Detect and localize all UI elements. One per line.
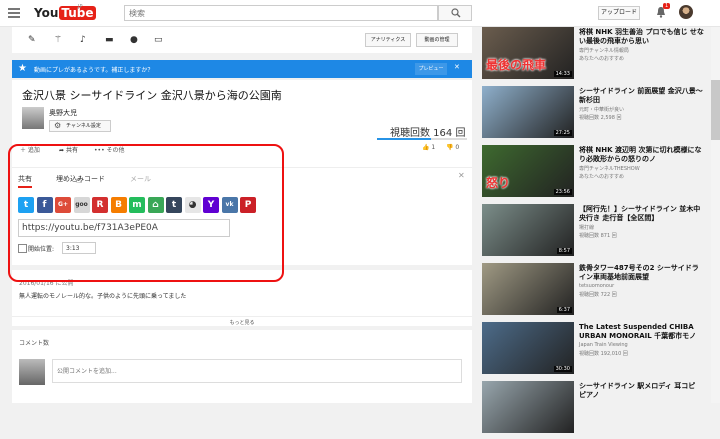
close-icon[interactable]: ✕ — [458, 171, 465, 180]
commenter-avatar — [19, 359, 45, 385]
star-icon: ★ — [18, 63, 27, 74]
video-thumbnail[interactable] — [482, 381, 574, 433]
youtube-logo[interactable]: You Tube — [34, 6, 96, 20]
related-video-item[interactable]: 27:25 シーサイドライン 前面展望 金沢八景〜新杉田元町・中華街が良い 視聴回数… — [482, 86, 708, 144]
related-video-item[interactable]: 6:37 鉄骨タワー487号その2 シーサイドライン車両基地前面展望 tetsuom… — [482, 263, 708, 321]
related-video-channel: 専門チャンネル情報局 — [579, 48, 629, 54]
music-note-icon[interactable]: ♪ — [80, 36, 89, 45]
related-video-channel: 専門チャンネルTHESHOW — [579, 166, 640, 172]
related-video-views: あなたへのおすすめ — [579, 174, 625, 180]
thumbs-down-icon: 👎 — [446, 144, 456, 151]
dislike-count: 0 — [455, 144, 460, 151]
video-duration: 14:33 — [553, 71, 572, 77]
user-avatar[interactable] — [679, 5, 693, 19]
highlight-annotation — [8, 144, 284, 282]
hand-cursor-icon: ☝ — [76, 175, 83, 186]
thumbnail-caption: 怒り — [486, 176, 511, 190]
video-duration: 30:30 — [553, 366, 572, 372]
related-video-channel: tetsuomonour — [579, 283, 615, 289]
search-icon — [451, 8, 461, 18]
annotation-icon[interactable]: ▬ — [105, 36, 114, 45]
thumbnail-caption: 最後の飛車 — [486, 58, 547, 72]
like-button[interactable]: 👍 1 — [422, 144, 435, 151]
like-ratio-bar — [377, 138, 467, 140]
cards-icon[interactable]: ● — [130, 36, 139, 45]
magic-wand-icon[interactable]: ⚚ — [54, 36, 63, 45]
scrollbar-thumb[interactable] — [711, 80, 720, 140]
video-duration: 6:37 — [556, 307, 572, 313]
hamburger-menu-icon[interactable] — [8, 6, 20, 18]
related-video-channel: 場打線 — [579, 225, 595, 231]
upload-button[interactable]: アップロード — [598, 6, 640, 20]
video-duration: 23:56 — [553, 189, 572, 195]
related-video-title[interactable]: シーサイドライン 駅メロディ 耳コピ ピアノ — [579, 382, 704, 400]
stabilize-notice: ★ 動画にプレがあるようです。補正しますか？ プレビュー ✕ — [12, 60, 472, 78]
notification-badge: 1 — [663, 3, 671, 9]
comments-section: コメント数 — [12, 330, 472, 403]
logo-region: JP — [78, 4, 83, 10]
thumbs-up-icon: 👍 — [422, 144, 432, 151]
like-count: 1 — [431, 144, 436, 151]
video-thumbnail[interactable]: 27:25 — [482, 86, 574, 138]
video-thumbnail[interactable]: 怒り 23:56 — [482, 145, 574, 197]
related-video-item[interactable]: シーサイドライン 駅メロディ 耳コピ ピアノ — [482, 381, 708, 439]
related-video-views: 視聴回数 722 回 — [579, 292, 617, 298]
top-header: YouTube JP アップロード 1 — [0, 0, 720, 27]
close-icon[interactable]: ✕ — [454, 63, 460, 71]
subtitles-icon[interactable]: ▭ — [154, 36, 163, 45]
related-video-title[interactable]: 鉄骨タワー487号その2 シーサイドライン車両基地前面展望 — [579, 264, 704, 282]
video-thumbnail[interactable]: 8:57 — [482, 204, 574, 256]
comment-input[interactable] — [52, 359, 462, 383]
related-video-views: あなたへのおすすめ — [579, 56, 625, 62]
gear-icon: ⚙ — [54, 121, 62, 130]
related-video-title[interactable]: 将棋 NHK 羽生善治 プロでも信じ せない最後の飛車から思い — [579, 28, 704, 46]
related-video-views: 視聴回数 2,598 回 — [579, 115, 622, 121]
logo-you-text: You — [34, 6, 59, 20]
view-count: 視聴回数 164 回 — [390, 128, 466, 139]
video-manager-button[interactable]: 動画の管理 — [416, 33, 458, 47]
comment-count: コメント数 — [19, 340, 50, 347]
search-input[interactable] — [124, 5, 438, 21]
related-video-views: 視聴回数 192,010 回 — [579, 351, 628, 357]
video-thumbnail[interactable]: 6:37 — [482, 263, 574, 315]
notice-text: 動画にプレがあるようです。補正しますか？ — [34, 67, 154, 74]
related-video-title[interactable]: The Latest Suspended CHIBA URBAN MONORAI… — [579, 323, 704, 341]
related-video-title[interactable]: 【阿行先！】シーサイドライン 並木中央行き 走行音【全区間】 — [579, 205, 704, 223]
related-video-channel: Japan Train Viewing — [579, 342, 628, 348]
video-duration: 8:57 — [556, 248, 572, 254]
video-duration: 27:25 — [553, 130, 572, 136]
show-more-button[interactable]: もっと見る — [12, 316, 472, 326]
related-video-item[interactable]: 8:57 【阿行先！】シーサイドライン 並木中央行き 走行音【全区間】場打線視聴回… — [482, 204, 708, 262]
search-button[interactable] — [438, 5, 472, 21]
channel-name[interactable]: 奥野大児 — [49, 108, 77, 118]
related-video-title[interactable]: 将棋 NHK 渡辺明 次第に切れ模様になり必敗形からの怒りのノ — [579, 146, 704, 164]
related-video-item[interactable]: 最後の飛車 14:33 将棋 NHK 羽生善治 プロでも信じ せない最後の飛車から思… — [482, 27, 708, 85]
channel-avatar[interactable] — [22, 107, 44, 129]
video-thumbnail[interactable]: 30:30 — [482, 322, 574, 374]
related-video-item[interactable]: 30:30 The Latest Suspended CHIBA URBAN MO… — [482, 322, 708, 380]
analytics-button[interactable]: アナリティクス — [365, 33, 411, 47]
related-video-channel: 元町・中華街が良い — [579, 107, 625, 113]
dislike-button[interactable]: 👎 0 — [446, 144, 459, 151]
related-video-item[interactable]: 怒り 23:56 将棋 NHK 渡辺明 次第に切れ模様になり必敗形からの怒りのノ専門… — [482, 145, 708, 203]
pencil-icon[interactable]: ✎ — [28, 36, 37, 45]
video-thumbnail[interactable]: 最後の飛車 14:33 — [482, 27, 574, 79]
video-title: 金沢八景 シーサイドライン 金沢八景から海の公園南 — [22, 89, 282, 102]
preview-button[interactable]: プレビュー — [415, 63, 447, 75]
related-video-views: 視聴回数 871 回 — [579, 233, 617, 239]
description-text: 無人運転のモノレール的な。子供のように先頭に乗ってました — [19, 293, 187, 300]
related-video-title[interactable]: シーサイドライン 前面展望 金沢八景〜新杉田 — [579, 87, 704, 105]
